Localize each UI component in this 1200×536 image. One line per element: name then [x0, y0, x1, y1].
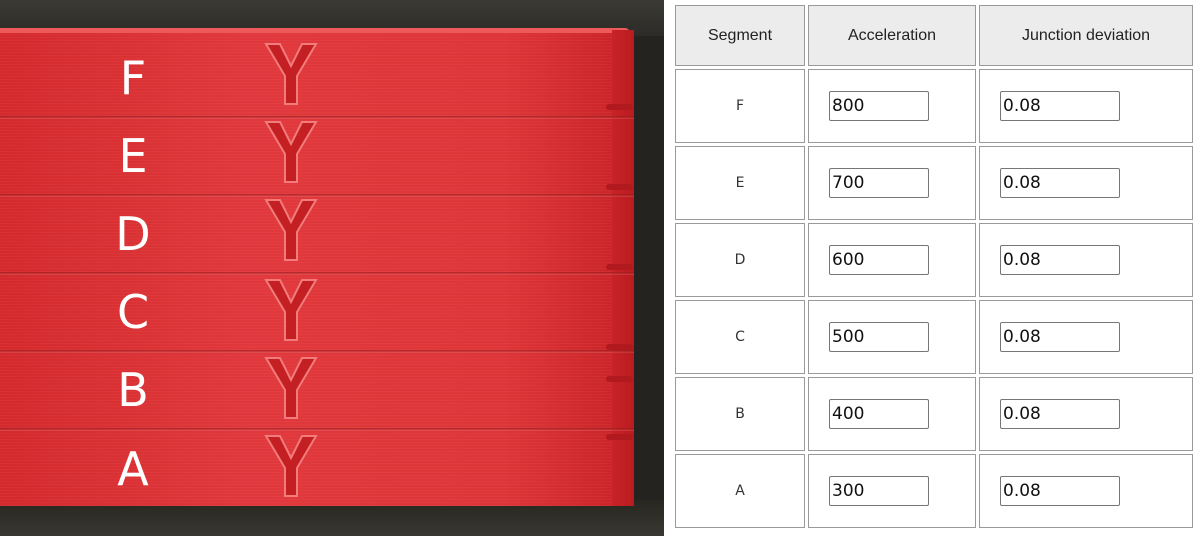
acceleration-input[interactable]: [829, 476, 929, 506]
junction-deviation-cell: [979, 69, 1193, 143]
y-emboss-mark: [264, 43, 318, 105]
segment-seam: [0, 116, 634, 119]
segment-label-d: D: [115, 207, 151, 261]
y-emboss-mark: [264, 357, 318, 419]
table-row: B: [675, 377, 1193, 451]
acceleration-input[interactable]: [829, 91, 929, 121]
acceleration-cell: [808, 377, 976, 451]
acceleration-input[interactable]: [829, 245, 929, 275]
segment-label-c: C: [116, 285, 150, 339]
junction-deviation-input[interactable]: [1000, 245, 1120, 275]
table-row: D: [675, 223, 1193, 297]
seam-bump: [606, 264, 634, 270]
segment-cell: C: [675, 300, 805, 374]
junction-deviation-input[interactable]: [1000, 322, 1120, 352]
junction-deviation-cell: [979, 300, 1193, 374]
table-row: C: [675, 300, 1193, 374]
table-header-row: Segment Acceleration Junction deviation: [675, 5, 1193, 66]
acceleration-cell: [808, 69, 976, 143]
junction-deviation-cell: [979, 454, 1193, 528]
y-emboss-mark: [264, 199, 318, 261]
junction-deviation-cell: [979, 377, 1193, 451]
segment-label-e: E: [118, 129, 148, 183]
segment-seam: [0, 428, 634, 431]
table-row: E: [675, 146, 1193, 220]
acceleration-cell: [808, 223, 976, 297]
segment-seam: [0, 350, 634, 353]
column-header-acceleration: Acceleration: [808, 5, 976, 66]
column-header-segment: Segment: [675, 5, 805, 66]
segment-cell: E: [675, 146, 805, 220]
seam-bump: [606, 376, 634, 382]
segment-cell: F: [675, 69, 805, 143]
segment-settings-table: Segment Acceleration Junction deviation …: [672, 2, 1196, 531]
block-top-edge: [0, 28, 630, 33]
y-emboss-mark: [264, 121, 318, 183]
junction-deviation-cell: [979, 223, 1193, 297]
seam-bump: [606, 104, 634, 110]
column-header-junction-deviation: Junction deviation: [979, 5, 1193, 66]
y-emboss-mark: [264, 435, 318, 497]
seam-bump: [606, 344, 634, 350]
acceleration-cell: [808, 300, 976, 374]
acceleration-input[interactable]: [829, 168, 929, 198]
segment-label-b: B: [117, 363, 149, 417]
y-emboss-mark: [264, 279, 318, 341]
junction-deviation-input[interactable]: [1000, 91, 1120, 121]
print-photo: F E D C B A: [0, 0, 664, 536]
seam-bump: [606, 434, 634, 440]
segment-cell: B: [675, 377, 805, 451]
segment-seam: [0, 194, 634, 197]
junction-deviation-input[interactable]: [1000, 168, 1120, 198]
segment-cell: D: [675, 223, 805, 297]
acceleration-input[interactable]: [829, 322, 929, 352]
segment-label-f: F: [119, 51, 147, 105]
acceleration-cell: [808, 454, 976, 528]
acceleration-input[interactable]: [829, 399, 929, 429]
junction-deviation-cell: [979, 146, 1193, 220]
segment-label-a: A: [117, 442, 149, 496]
segment-cell: A: [675, 454, 805, 528]
junction-deviation-input[interactable]: [1000, 476, 1120, 506]
acceleration-cell: [808, 146, 976, 220]
segment-seam: [0, 272, 634, 275]
table-row: A: [675, 454, 1193, 528]
junction-deviation-input[interactable]: [1000, 399, 1120, 429]
seam-bump: [606, 184, 634, 190]
table-row: F: [675, 69, 1193, 143]
